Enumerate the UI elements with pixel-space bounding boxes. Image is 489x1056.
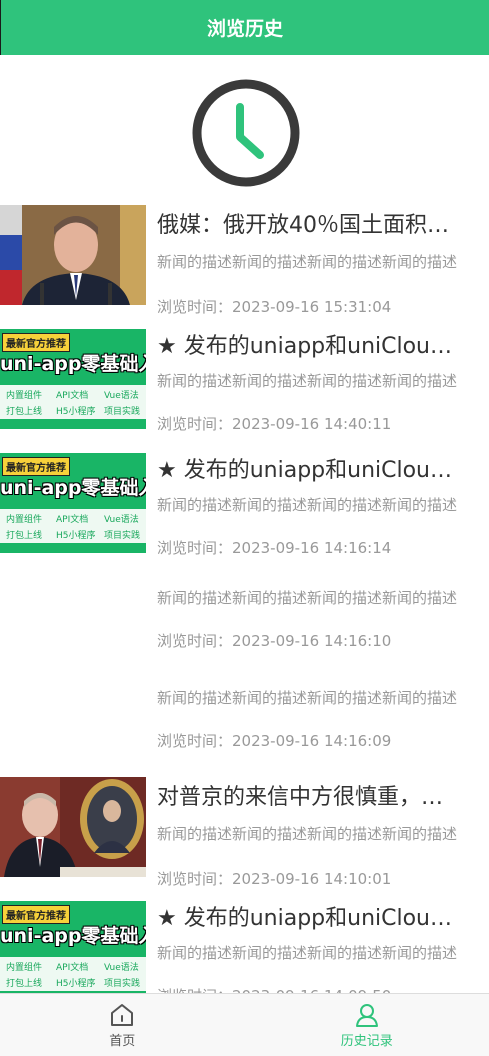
view-time: 浏览时间：2023-09-16 14:16:14 — [157, 539, 392, 557]
view-time: 浏览时间：2023-09-16 14:10:01 — [157, 870, 392, 888]
news-desc: 新闻的描述新闻的描述新闻的描述新闻的描述 — [157, 496, 458, 514]
history-item[interactable]: 俄媒：俄开放40％国土面积… 新闻的描述新闻的描述新闻的描述新闻的描述 浏览时间… — [0, 203, 489, 316]
banner-headline: uni-app零基础入门 — [0, 353, 146, 375]
history-hero — [0, 55, 489, 195]
news-desc: 新闻的描述新闻的描述新闻的描述新闻的描述 — [157, 589, 458, 607]
news-title: ★ 发布的uniapp和uniClou… — [157, 458, 453, 483]
history-item[interactable]: 最新官方推荐 uni-app零基础入门 内置组件 API文档 Vue语法 打包上… — [0, 327, 489, 437]
tab-history[interactable]: 历史记录 — [245, 994, 489, 1056]
news-title: 俄媒：俄开放40％国土面积… — [157, 213, 449, 238]
news-desc: 新闻的描述新闻的描述新闻的描述新闻的描述 — [157, 944, 458, 962]
history-item[interactable]: 新闻的描述新闻的描述新闻的描述新闻的描述 浏览时间：2023-09-16 14:… — [0, 575, 489, 661]
tab-home-label: 首页 — [109, 1034, 136, 1049]
history-item[interactable]: 最新官方推荐 uni-app零基础入门 内置组件 API文档 Vue语法 打包上… — [0, 451, 489, 561]
home-icon — [111, 1004, 134, 1026]
news-title: ★ 发布的uniapp和uniClou… — [157, 906, 453, 931]
news-desc: 新闻的描述新闻的描述新闻的描述新闻的描述 — [157, 689, 458, 707]
news-thumbnail: 最新官方推荐 uni-app零基础入门 内置组件 API文档 Vue语法 打包上… — [0, 329, 146, 429]
news-title: ★ 发布的uniapp和uniClou… — [157, 334, 453, 359]
history-item[interactable]: 对普京的来信中方很慎重，… 新闻的描述新闻的描述新闻的描述新闻的描述 浏览时间：… — [0, 775, 489, 888]
news-title: 对普京的来信中方很慎重，… — [157, 785, 444, 810]
user-icon — [355, 1004, 378, 1027]
view-time: 浏览时间：2023-09-16 14:40:11 — [157, 415, 392, 433]
news-thumbnail — [0, 777, 146, 877]
page-header: 浏览历史 — [0, 0, 489, 55]
news-thumbnail — [0, 205, 146, 305]
news-desc: 新闻的描述新闻的描述新闻的描述新闻的描述 — [157, 253, 458, 271]
tab-bar: 首页 历史记录 — [0, 993, 489, 1056]
news-desc: 新闻的描述新闻的描述新闻的描述新闻的描述 — [157, 372, 458, 390]
news-thumbnail: 最新官方推荐 uni-app零基础入门 内置组件 API文档 Vue语法 打包上… — [0, 453, 146, 553]
history-item[interactable]: 新闻的描述新闻的描述新闻的描述新闻的描述 浏览时间：2023-09-16 14:… — [0, 675, 489, 761]
view-time: 浏览时间：2023-09-16 15:31:04 — [157, 298, 392, 316]
tab-home[interactable]: 首页 — [0, 994, 245, 1056]
view-time: 浏览时间：2023-09-16 14:16:10 — [157, 632, 392, 650]
tab-history-label: 历史记录 — [340, 1034, 393, 1049]
news-thumbnail: 最新官方推荐 uni-app零基础入门 内置组件 API文档 Vue语法 打包上… — [0, 901, 146, 1001]
page-title: 浏览历史 — [206, 18, 283, 40]
view-time: 浏览时间：2023-09-16 14:16:09 — [157, 732, 392, 750]
news-desc: 新闻的描述新闻的描述新闻的描述新闻的描述 — [157, 825, 458, 843]
clock-icon — [192, 79, 300, 187]
